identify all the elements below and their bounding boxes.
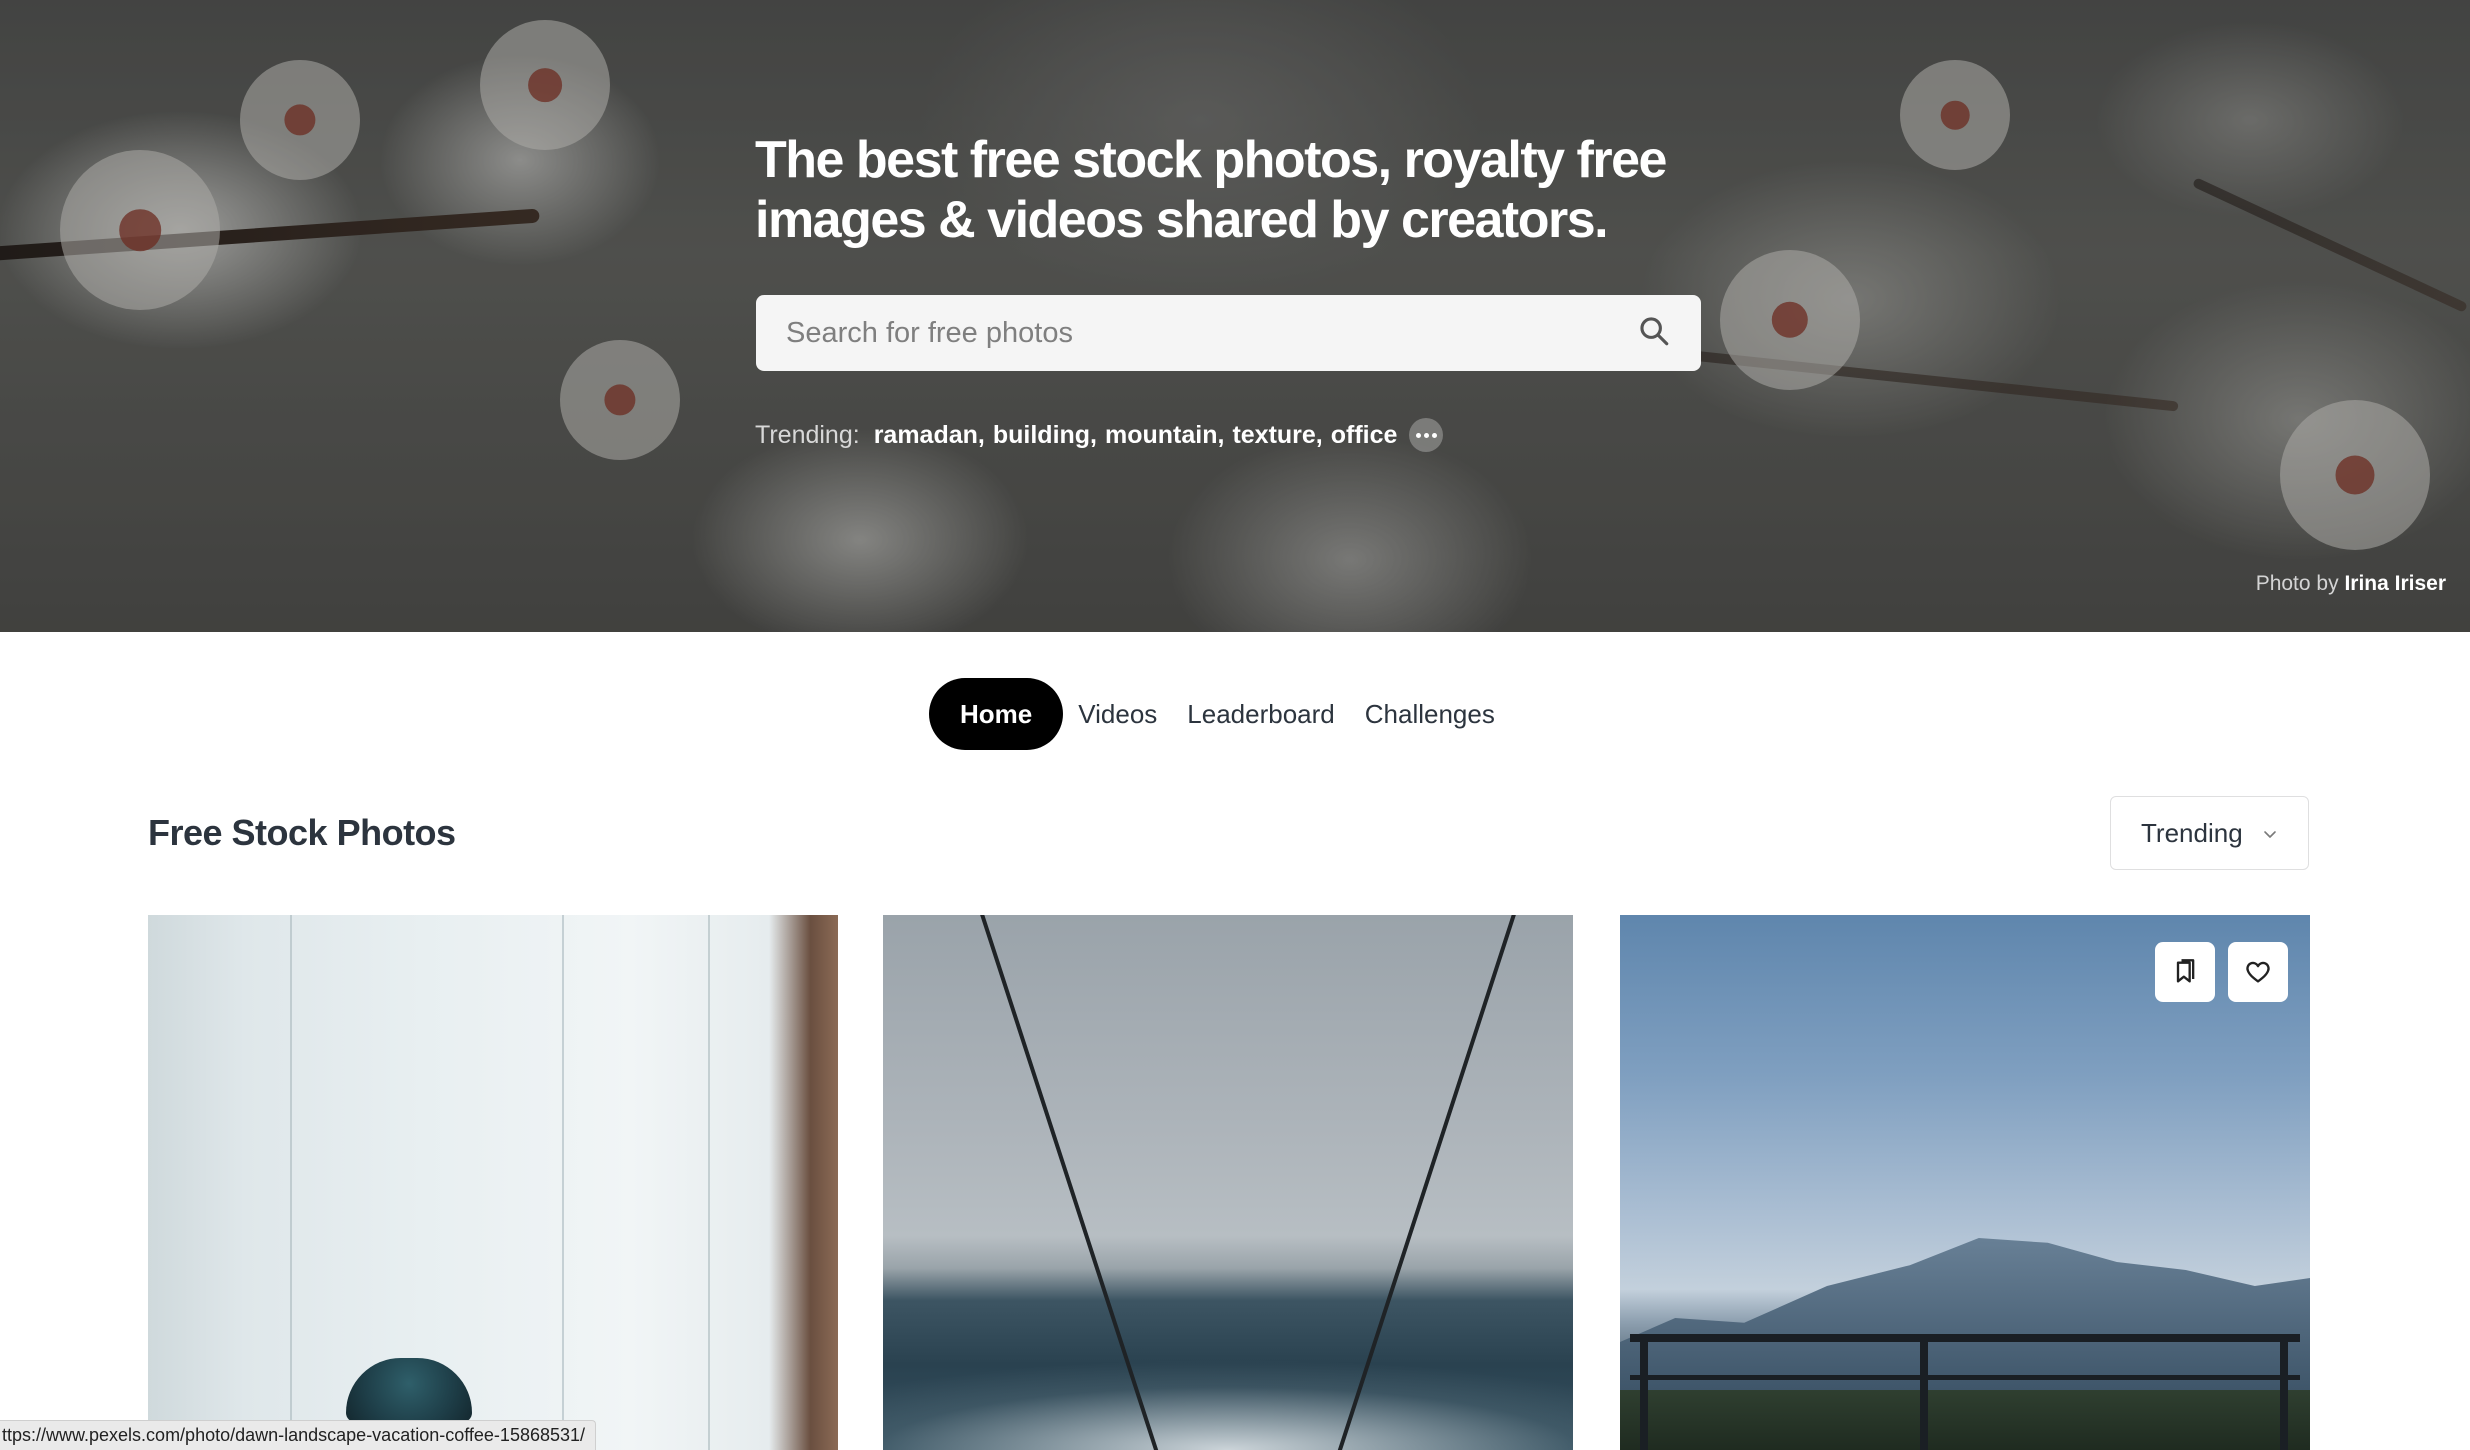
heart-icon: [2246, 961, 2270, 983]
photo-card-mountain-lake[interactable]: [1620, 915, 2310, 1450]
tab-leaderboard[interactable]: Leaderboard: [1172, 678, 1349, 750]
search-bar[interactable]: [756, 295, 1701, 371]
tab-challenges[interactable]: Challenges: [1350, 678, 1510, 750]
person-hair: [346, 1358, 472, 1422]
trending-tag-texture[interactable]: texture,: [1232, 421, 1322, 450]
search-input[interactable]: [786, 316, 1637, 350]
photo-card-portrait[interactable]: [148, 915, 838, 1450]
hero-title: The best free stock photos, royalty free…: [755, 131, 1667, 249]
chevron-down-icon: [2262, 818, 2278, 849]
credit-author-link[interactable]: Irina Iriser: [2344, 572, 2446, 595]
trees-shape: [1620, 1390, 2310, 1450]
wall-panel-line: [290, 915, 292, 1450]
wall-panel-line: [562, 915, 564, 1450]
photo-card-sea-cables[interactable]: [883, 915, 1573, 1450]
tab-videos[interactable]: Videos: [1063, 678, 1172, 750]
sort-dropdown[interactable]: Trending: [2110, 796, 2309, 870]
railing-post: [2280, 1334, 2288, 1450]
wall-panel-line: [708, 915, 710, 1450]
section-title: Free Stock Photos: [148, 812, 456, 853]
trending-tag-office[interactable]: office: [1331, 421, 1398, 450]
railing-post: [1920, 1334, 1928, 1450]
search-icon[interactable]: [1637, 314, 1671, 353]
tab-home[interactable]: Home: [929, 678, 1064, 750]
bookmark-icon: [2176, 959, 2195, 983]
railing: [1630, 1334, 2300, 1342]
wake-foam: [883, 1330, 1573, 1450]
mountain-shape: [1620, 1238, 2310, 1390]
railing: [1630, 1375, 2300, 1380]
trending-row: Trending: ramadan, building, mountain, t…: [755, 418, 1444, 452]
trending-tag-mountain[interactable]: mountain,: [1105, 421, 1224, 450]
bookmark-button[interactable]: [2155, 942, 2215, 1002]
photo-credit: Photo by Irina Iriser: [2256, 572, 2446, 596]
status-bar-url: ttps://www.pexels.com/photo/dawn-landsca…: [0, 1420, 597, 1450]
trending-label: Trending:: [755, 420, 860, 449]
trending-tag-building[interactable]: building,: [993, 421, 1097, 450]
more-dots-icon[interactable]: [1409, 418, 1444, 452]
like-button[interactable]: [2228, 942, 2288, 1002]
hero-banner: The best free stock photos, royalty free…: [0, 0, 2470, 632]
sort-value: Trending: [2141, 817, 2243, 848]
credit-prefix: Photo by: [2255, 572, 2339, 595]
railing-post: [1640, 1334, 1648, 1450]
main-tabs: Home Videos Leaderboard Challenges: [929, 678, 1510, 750]
trending-tag-ramadan[interactable]: ramadan,: [874, 421, 985, 450]
